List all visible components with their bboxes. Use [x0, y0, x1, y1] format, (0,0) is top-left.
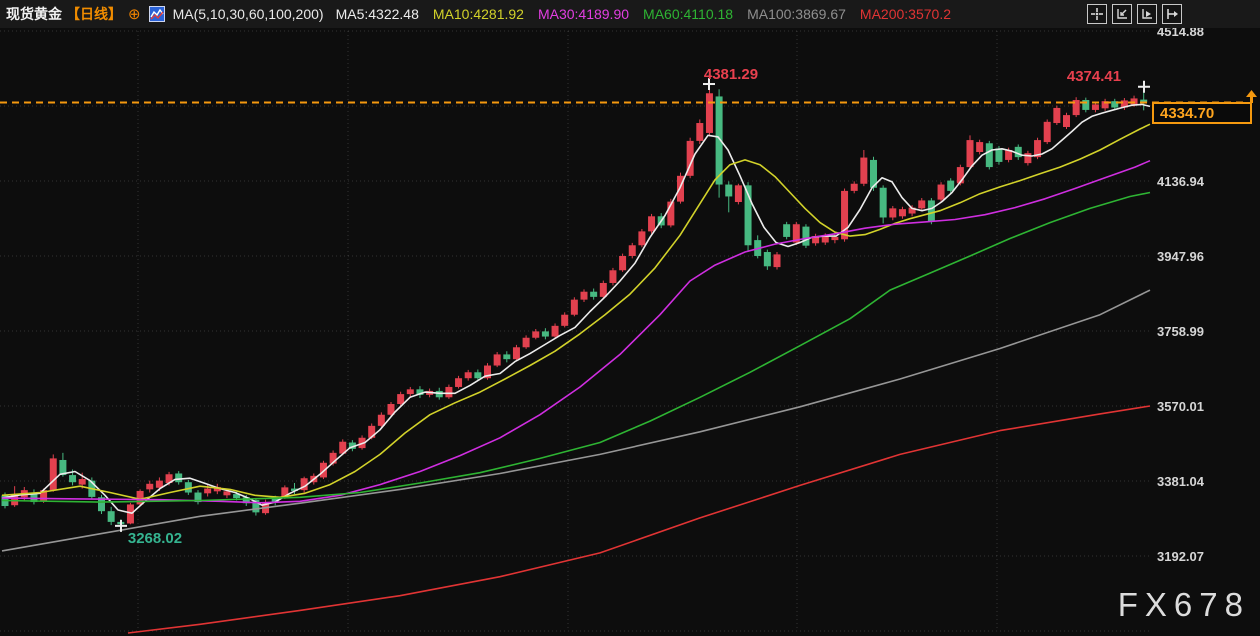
- candle: [465, 372, 472, 378]
- price-annotation: 4374.41: [1067, 68, 1121, 85]
- candle: [783, 224, 790, 237]
- candle: [735, 185, 742, 202]
- candle: [774, 254, 781, 267]
- candle: [561, 315, 568, 326]
- candle: [571, 300, 578, 315]
- current-price-tag: 4334.70: [1152, 102, 1252, 124]
- y-axis-label: 3947.96: [1157, 249, 1204, 264]
- candle: [947, 181, 954, 191]
- candle: [542, 331, 549, 336]
- candle: [918, 200, 925, 208]
- candle: [513, 347, 520, 359]
- ma-legend-item: MA10:4281.92: [433, 6, 524, 22]
- candle: [445, 387, 452, 397]
- candle: [696, 123, 703, 141]
- candle: [1063, 115, 1070, 127]
- candle: [397, 394, 404, 404]
- candle: [986, 143, 993, 167]
- candle: [802, 227, 809, 246]
- chart-type-icon[interactable]: [149, 6, 165, 22]
- pan-right-icon[interactable]: [1162, 4, 1182, 24]
- candle: [1053, 108, 1060, 123]
- candle: [79, 479, 86, 485]
- candle: [860, 158, 867, 184]
- candle: [137, 491, 144, 504]
- y-axis-label: 3758.99: [1157, 324, 1204, 339]
- ma-legend-item: MA60:4110.18: [643, 6, 733, 22]
- candle: [474, 372, 481, 378]
- y-axis-label: 3570.01: [1157, 399, 1204, 414]
- candle: [600, 283, 607, 297]
- candle: [725, 185, 732, 197]
- candle: [552, 326, 559, 337]
- crosshair-move-icon[interactable]: [1087, 4, 1107, 24]
- candlestick-chart[interactable]: 4514.884325.914136.943947.963758.993570.…: [0, 0, 1260, 636]
- candle: [976, 142, 983, 152]
- candle: [899, 209, 906, 216]
- candle: [1082, 100, 1089, 110]
- ma-line-ma100: [2, 290, 1150, 551]
- ma-lines-layer: [2, 104, 1150, 633]
- candle: [175, 473, 182, 482]
- candle: [50, 458, 57, 490]
- chart-header: 现货黄金 【日线】 ⊕ MA(5,10,30,60,100,200) MA5:4…: [0, 0, 1260, 28]
- candle: [851, 184, 858, 191]
- ma-legend-item: MA5:4322.48: [336, 6, 419, 22]
- candle: [764, 252, 771, 266]
- candle: [648, 216, 655, 231]
- candle: [223, 491, 230, 495]
- candle: [629, 245, 636, 256]
- watermark: FX678: [1118, 586, 1250, 624]
- candle: [146, 484, 153, 490]
- extreme-markers-layer: [115, 78, 1150, 532]
- candle: [69, 475, 76, 482]
- candle: [532, 331, 539, 337]
- candle: [494, 354, 501, 365]
- candle: [204, 489, 211, 494]
- candle: [889, 208, 896, 217]
- indicator-label: MA(5,10,30,60,100,200): [173, 6, 324, 22]
- candle: [127, 504, 134, 523]
- zoom-in-icon[interactable]: [1137, 4, 1157, 24]
- candle: [831, 237, 838, 240]
- candle: [967, 140, 974, 167]
- ma-legend-item: MA100:3869.67: [747, 6, 846, 22]
- candle: [928, 200, 935, 221]
- candle: [619, 256, 626, 270]
- candle: [503, 354, 510, 359]
- y-axis-label: 4136.94: [1157, 174, 1205, 189]
- ma-legend-item: MA30:4189.90: [538, 6, 629, 22]
- candle: [1044, 122, 1051, 142]
- ma-line-ma60: [2, 193, 1150, 503]
- candle: [609, 270, 616, 283]
- candle: [523, 338, 530, 348]
- price-annotation: 4381.29: [704, 66, 758, 83]
- candle: [1092, 104, 1099, 110]
- candle: [638, 231, 645, 245]
- ma-legend-item: MA200:3570.2: [860, 6, 951, 22]
- ma-line-ma30: [2, 161, 1150, 503]
- candle: [455, 378, 462, 387]
- gold-daily-chart-app: 现货黄金 【日线】 ⊕ MA(5,10,30,60,100,200) MA5:4…: [0, 0, 1260, 636]
- candle: [320, 463, 327, 478]
- y-axis-label: 3192.07: [1157, 549, 1204, 564]
- chart-toolbar: [1087, 4, 1182, 24]
- symbol-title: 现货黄金: [6, 4, 62, 24]
- circle-plus-icon[interactable]: ⊕: [128, 7, 141, 22]
- candle: [581, 292, 588, 300]
- price-annotation: 3268.02: [128, 530, 182, 547]
- zoom-out-icon[interactable]: [1112, 4, 1132, 24]
- candle: [407, 389, 414, 394]
- y-axis-label: 3381.04: [1157, 474, 1205, 489]
- candle: [995, 148, 1002, 161]
- period-label: 【日线】: [66, 4, 122, 24]
- ma-legend: MA5:4322.48 MA10:4281.92 MA30:4189.90 MA60:…: [336, 6, 951, 22]
- candle: [590, 292, 597, 297]
- candle: [938, 185, 945, 200]
- candle: [880, 188, 887, 218]
- candle: [706, 93, 713, 133]
- candle: [108, 511, 115, 522]
